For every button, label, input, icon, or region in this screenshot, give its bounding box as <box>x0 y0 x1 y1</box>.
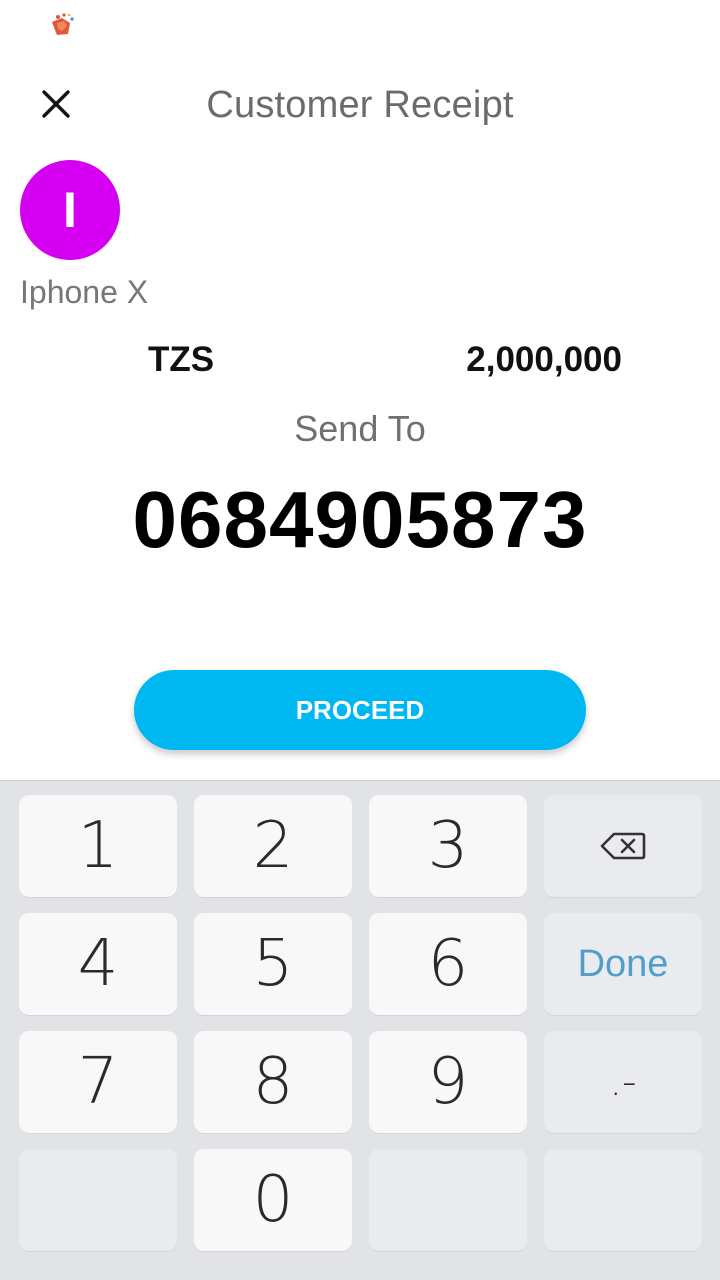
done-key[interactable]: Done <box>544 913 702 1015</box>
key-5[interactable]: 5 <box>194 913 352 1015</box>
blank-key-middle <box>369 1149 527 1251</box>
backspace-key[interactable] <box>544 795 702 897</box>
notification-app-icon <box>52 13 74 35</box>
send-to-label: Send To <box>294 408 426 449</box>
header-bar: Customer Receipt <box>0 60 720 150</box>
currency-code: TZS <box>148 340 215 379</box>
customer-avatar: I <box>20 160 120 260</box>
backspace-icon <box>600 832 646 860</box>
payment-amount: 2,000,000 <box>466 340 622 379</box>
proceed-button[interactable]: PROCEED <box>134 670 586 750</box>
customer-name: Iphone X <box>20 274 149 310</box>
blank-key-right <box>544 1149 702 1251</box>
key-3[interactable]: 3 <box>369 795 527 897</box>
key-8[interactable]: 8 <box>194 1031 352 1133</box>
page-title: Customer Receipt <box>206 84 514 126</box>
key-7[interactable]: 7 <box>19 1031 177 1133</box>
key-1[interactable]: 1 <box>19 795 177 897</box>
customer-receipt-screen: Customer Receipt I Iphone X TZS 2,000,00… <box>0 0 720 1280</box>
symbol-key[interactable]: .- <box>544 1031 702 1133</box>
key-2[interactable]: 2 <box>194 795 352 897</box>
key-0[interactable]: 0 <box>194 1149 352 1251</box>
status-bar <box>0 0 720 48</box>
key-6[interactable]: 6 <box>369 913 527 1015</box>
blank-key-left <box>19 1149 177 1251</box>
numeric-keypad: 1 2 3 4 5 6 Done 7 8 9 .- 0 <box>0 780 720 1280</box>
recipient-phone-number: 0684905873 <box>132 475 588 564</box>
key-9[interactable]: 9 <box>369 1031 527 1133</box>
key-4[interactable]: 4 <box>19 913 177 1015</box>
